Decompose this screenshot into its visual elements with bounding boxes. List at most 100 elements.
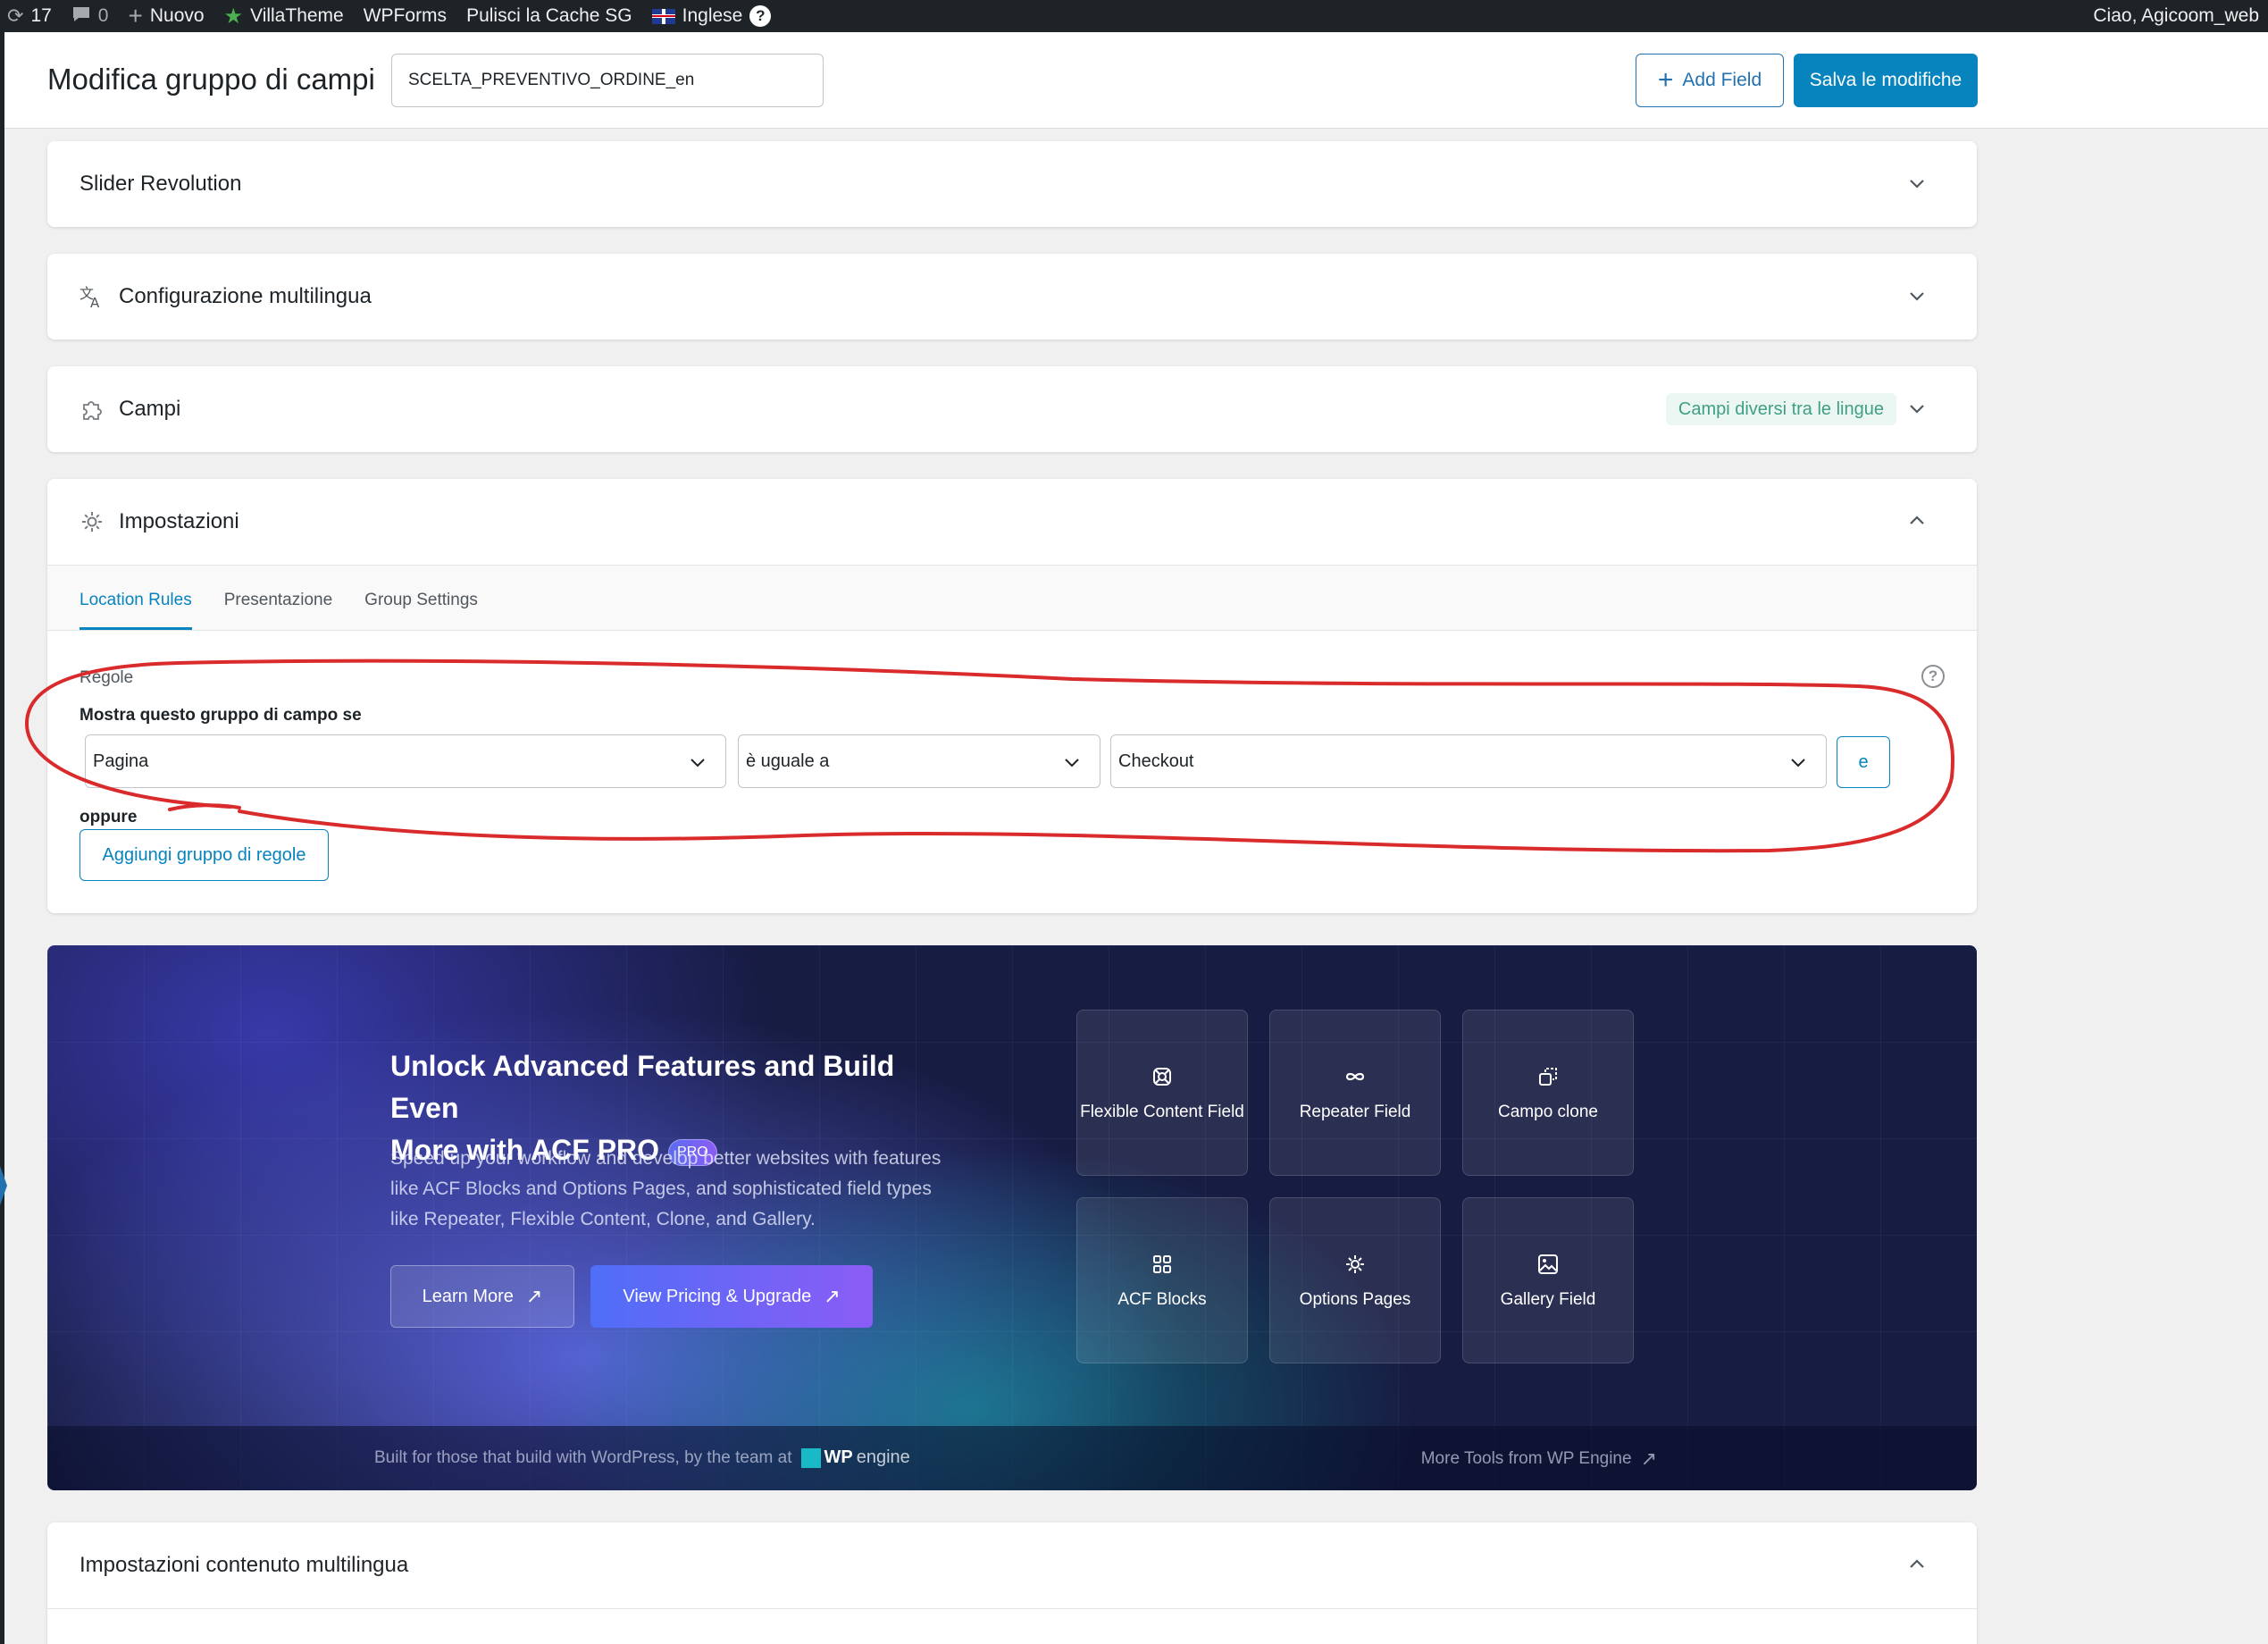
plus-icon: + <box>128 2 143 29</box>
feature-gallery: Gallery Field <box>1462 1197 1634 1363</box>
flexible-content-icon <box>1153 1068 1171 1086</box>
rule-param-value: Pagina <box>93 751 149 771</box>
panel-header[interactable]: Campi Campi diversi tra le lingue <box>47 366 1977 452</box>
chevron-down-icon <box>1065 759 1079 767</box>
chevron-down-icon[interactable] <box>1909 175 1925 191</box>
uk-flag-icon <box>651 8 675 24</box>
feature-label: Gallery Field <box>1500 1290 1596 1309</box>
wpforms-menu[interactable]: WPForms <box>364 5 447 27</box>
or-label: oppure <box>80 808 138 826</box>
wp-engine-logo[interactable]: WP engine <box>800 1447 910 1468</box>
multilingual-content-settings-panel: Impostazioni contenuto multilingua <box>47 1522 1977 1644</box>
rule-value-select[interactable]: Checkout <box>1110 734 1827 788</box>
tab-group-settings[interactable]: Group Settings <box>364 591 478 630</box>
panel-header[interactable]: 文A Configurazione multilingua <box>47 254 1977 340</box>
tab-location-rules[interactable]: Location Rules <box>80 591 192 630</box>
feature-repeater: Repeater Field <box>1269 1010 1441 1176</box>
chevron-down-icon <box>1791 759 1805 767</box>
add-and-rule-button[interactable]: e <box>1837 736 1890 788</box>
wpforms-label: WPForms <box>363 5 448 26</box>
villatheme-menu[interactable]: ★ VillaTheme <box>224 4 344 29</box>
language-menu[interactable]: Inglese ? <box>651 5 772 27</box>
panel-header[interactable]: Impostazioni <box>47 479 1977 565</box>
new-label: Nuovo <box>149 5 205 26</box>
infinity-icon <box>1345 1072 1365 1081</box>
fields-panel: Campi Campi diversi tra le lingue <box>47 366 1977 452</box>
feature-acf-blocks: ACF Blocks <box>1076 1197 1248 1363</box>
more-tools-label: More Tools from WP Engine <box>1420 1449 1632 1468</box>
feature-flexible-content: Flexible Content Field <box>1076 1010 1248 1176</box>
show-if-label: Mostra questo gruppo di campo se <box>80 706 362 725</box>
comments-count: 0 <box>97 5 109 26</box>
account-menu[interactable]: Ciao, Agicoom_web <box>2093 0 2259 32</box>
feature-options-pages: Options Pages <box>1269 1197 1441 1363</box>
external-arrow-icon: ↗ <box>525 1285 543 1307</box>
help-circle-icon: ? <box>749 5 772 27</box>
upgrade-label: View Pricing & Upgrade <box>623 1286 812 1306</box>
panel-title: Impostazioni contenuto multilingua <box>80 1553 409 1577</box>
save-changes-button[interactable]: Salva le modifiche <box>1794 54 1978 107</box>
wp-engine-logo-bold: WP <box>824 1447 853 1467</box>
add-field-label: Add Field <box>1682 70 1762 90</box>
chevron-down-icon[interactable] <box>1909 288 1925 304</box>
feature-label: Flexible Content Field <box>1080 1103 1244 1121</box>
panel-title: Impostazioni <box>119 509 239 533</box>
panel-divider <box>47 1608 1977 1609</box>
more-tools-link[interactable]: More Tools from WP Engine ↗ <box>1421 1447 1657 1471</box>
panel-title: Campi <box>119 397 181 421</box>
rule-operator-select[interactable]: è uguale a <box>738 734 1101 788</box>
admin-sidebar-edge <box>0 32 4 1644</box>
rule-param-select[interactable]: Pagina <box>85 734 726 788</box>
settings-tabs: Location Rules Presentazione Group Setti… <box>47 565 1977 631</box>
feature-label: Repeater Field <box>1299 1103 1411 1121</box>
language-label: Inglese <box>682 5 743 26</box>
greeting-text: Ciao, Agicoom_web <box>2093 5 2259 26</box>
view-pricing-upgrade-button[interactable]: View Pricing & Upgrade ↗ <box>590 1265 873 1328</box>
promo-description: Speed up your workflow and develop bette… <box>390 1148 942 1229</box>
wp-engine-mark-icon <box>800 1447 821 1468</box>
clone-icon <box>1539 1068 1557 1086</box>
promo-footer: Built for those that build with WordPres… <box>47 1426 1977 1490</box>
chevron-up-icon[interactable] <box>1909 1556 1925 1573</box>
location-rules-area: Regole ? Mostra questo gruppo di campo s… <box>47 631 1977 915</box>
image-icon <box>1538 1254 1558 1274</box>
add-field-button[interactable]: + Add Field <box>1636 54 1784 107</box>
feature-label: Campo clone <box>1498 1103 1598 1121</box>
svg-text:A: A <box>90 295 100 309</box>
gear-icon <box>80 509 105 534</box>
panel-header[interactable]: Slider Revolution <box>47 141 1977 227</box>
admin-bar: ⟳ 17 0 + Nuovo ★ VillaTheme WPForms Puli… <box>0 0 2268 32</box>
rule-operator-value: è uguale a <box>746 751 830 771</box>
chevron-down-icon[interactable] <box>1909 400 1925 416</box>
wp-engine-logo-light: engine <box>856 1447 910 1467</box>
chevron-up-icon[interactable] <box>1909 513 1925 529</box>
promo-grid-background <box>47 945 1977 1490</box>
new-content-menu[interactable]: + Nuovo <box>128 4 204 29</box>
tab-presentation[interactable]: Presentazione <box>224 591 332 630</box>
rules-label: Regole <box>80 668 134 687</box>
learn-more-label: Learn More <box>422 1286 514 1306</box>
feature-label: Options Pages <box>1299 1290 1411 1309</box>
purge-cache-label: Pulisci la Cache SG <box>466 5 632 26</box>
acf-pro-promo-banner: Unlock Advanced Features and Build Even … <box>47 945 1977 1490</box>
add-rule-group-button[interactable]: Aggiungi gruppo di regole <box>80 829 329 881</box>
updates-count: 17 <box>30 5 52 26</box>
feature-label: ACF Blocks <box>1117 1290 1207 1309</box>
comment-icon <box>71 5 91 27</box>
fields-translation-badge: Campi diversi tra le lingue <box>1665 393 1896 425</box>
slider-revolution-panel: Slider Revolution <box>47 141 1977 227</box>
gear-icon <box>1346 1255 1364 1273</box>
updates-menu[interactable]: ⟳ 17 <box>7 5 52 27</box>
comments-menu[interactable]: 0 <box>71 5 109 27</box>
edit-header: Modifica gruppo di campi + Add Field Sal… <box>4 32 2268 129</box>
puzzle-icon <box>80 397 105 422</box>
plus-icon: + <box>1657 65 1674 95</box>
purge-cache-menu[interactable]: Pulisci la Cache SG <box>466 5 632 27</box>
help-icon[interactable]: ? <box>1921 665 1945 688</box>
learn-more-button[interactable]: Learn More ↗ <box>390 1265 574 1328</box>
panel-header[interactable]: Impostazioni contenuto multilingua <box>47 1522 1977 1608</box>
panel-title: Configurazione multilingua <box>119 284 372 308</box>
field-group-title-input[interactable] <box>391 54 824 107</box>
refresh-icon: ⟳ <box>7 4 24 27</box>
page-title: Modifica gruppo di campi <box>47 63 375 96</box>
